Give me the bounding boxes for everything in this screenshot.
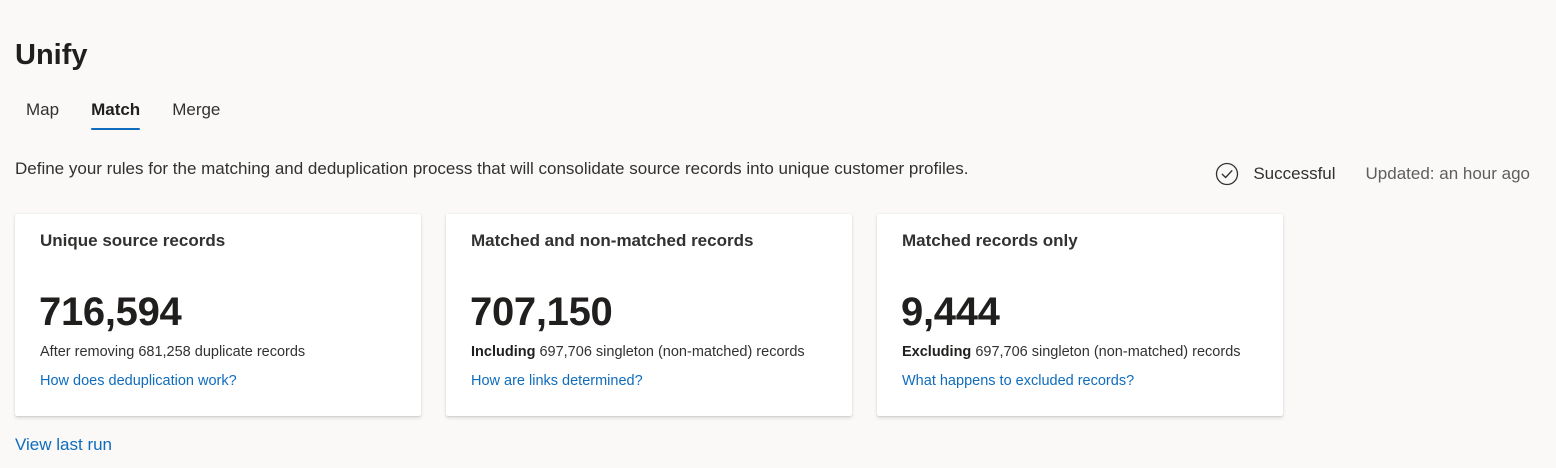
card-subtext: Excluding 697,706 singleton (non-matched… — [902, 342, 1241, 362]
card-subtext-emphasis: Including — [471, 344, 536, 360]
card-title: Matched records only — [902, 231, 1078, 250]
run-status: Successful Updated: an hour ago — [1215, 162, 1530, 186]
card-subtext: Including 697,706 singleton (non-matched… — [471, 342, 805, 362]
tab-map[interactable]: Map — [15, 94, 70, 136]
view-last-run-link[interactable]: View last run — [15, 433, 112, 457]
card-value: 9,444 — [901, 290, 1000, 334]
deduplication-help-link[interactable]: How does deduplication work? — [40, 371, 237, 391]
page-title: Unify — [15, 39, 88, 71]
tab-bar: Map Match Merge — [15, 94, 241, 136]
check-circle-icon — [1215, 162, 1239, 186]
card-matched-and-non-matched: Matched and non-matched records 707,150 … — [446, 214, 852, 416]
card-subtext-detail: 697,706 singleton (non-matched) records — [535, 344, 805, 360]
card-subtext: After removing 681,258 duplicate records — [40, 342, 305, 362]
card-subtext-detail: 697,706 singleton (non-matched) records — [971, 344, 1241, 360]
excluded-records-help-link[interactable]: What happens to excluded records? — [902, 371, 1134, 391]
card-subtext-detail: After removing 681,258 duplicate records — [40, 344, 306, 360]
card-title: Matched and non-matched records — [471, 231, 754, 250]
status-text: Successful — [1253, 164, 1336, 183]
tab-match[interactable]: Match — [80, 94, 151, 136]
card-title: Unique source records — [40, 231, 226, 250]
card-matched-records-only: Matched records only 9,444 Excluding 697… — [877, 214, 1283, 416]
card-unique-source-records: Unique source records 716,594 After remo… — [15, 214, 421, 416]
card-subtext-emphasis: Excluding — [902, 344, 972, 360]
updated-timestamp: Updated: an hour ago — [1365, 164, 1530, 183]
tab-merge[interactable]: Merge — [161, 94, 231, 136]
summary-cards: Unique source records 716,594 After remo… — [15, 214, 1308, 416]
card-value: 707,150 — [470, 290, 613, 334]
links-help-link[interactable]: How are links determined? — [471, 371, 643, 391]
page-description: Define your rules for the matching and d… — [15, 159, 969, 178]
card-value: 716,594 — [39, 290, 182, 334]
